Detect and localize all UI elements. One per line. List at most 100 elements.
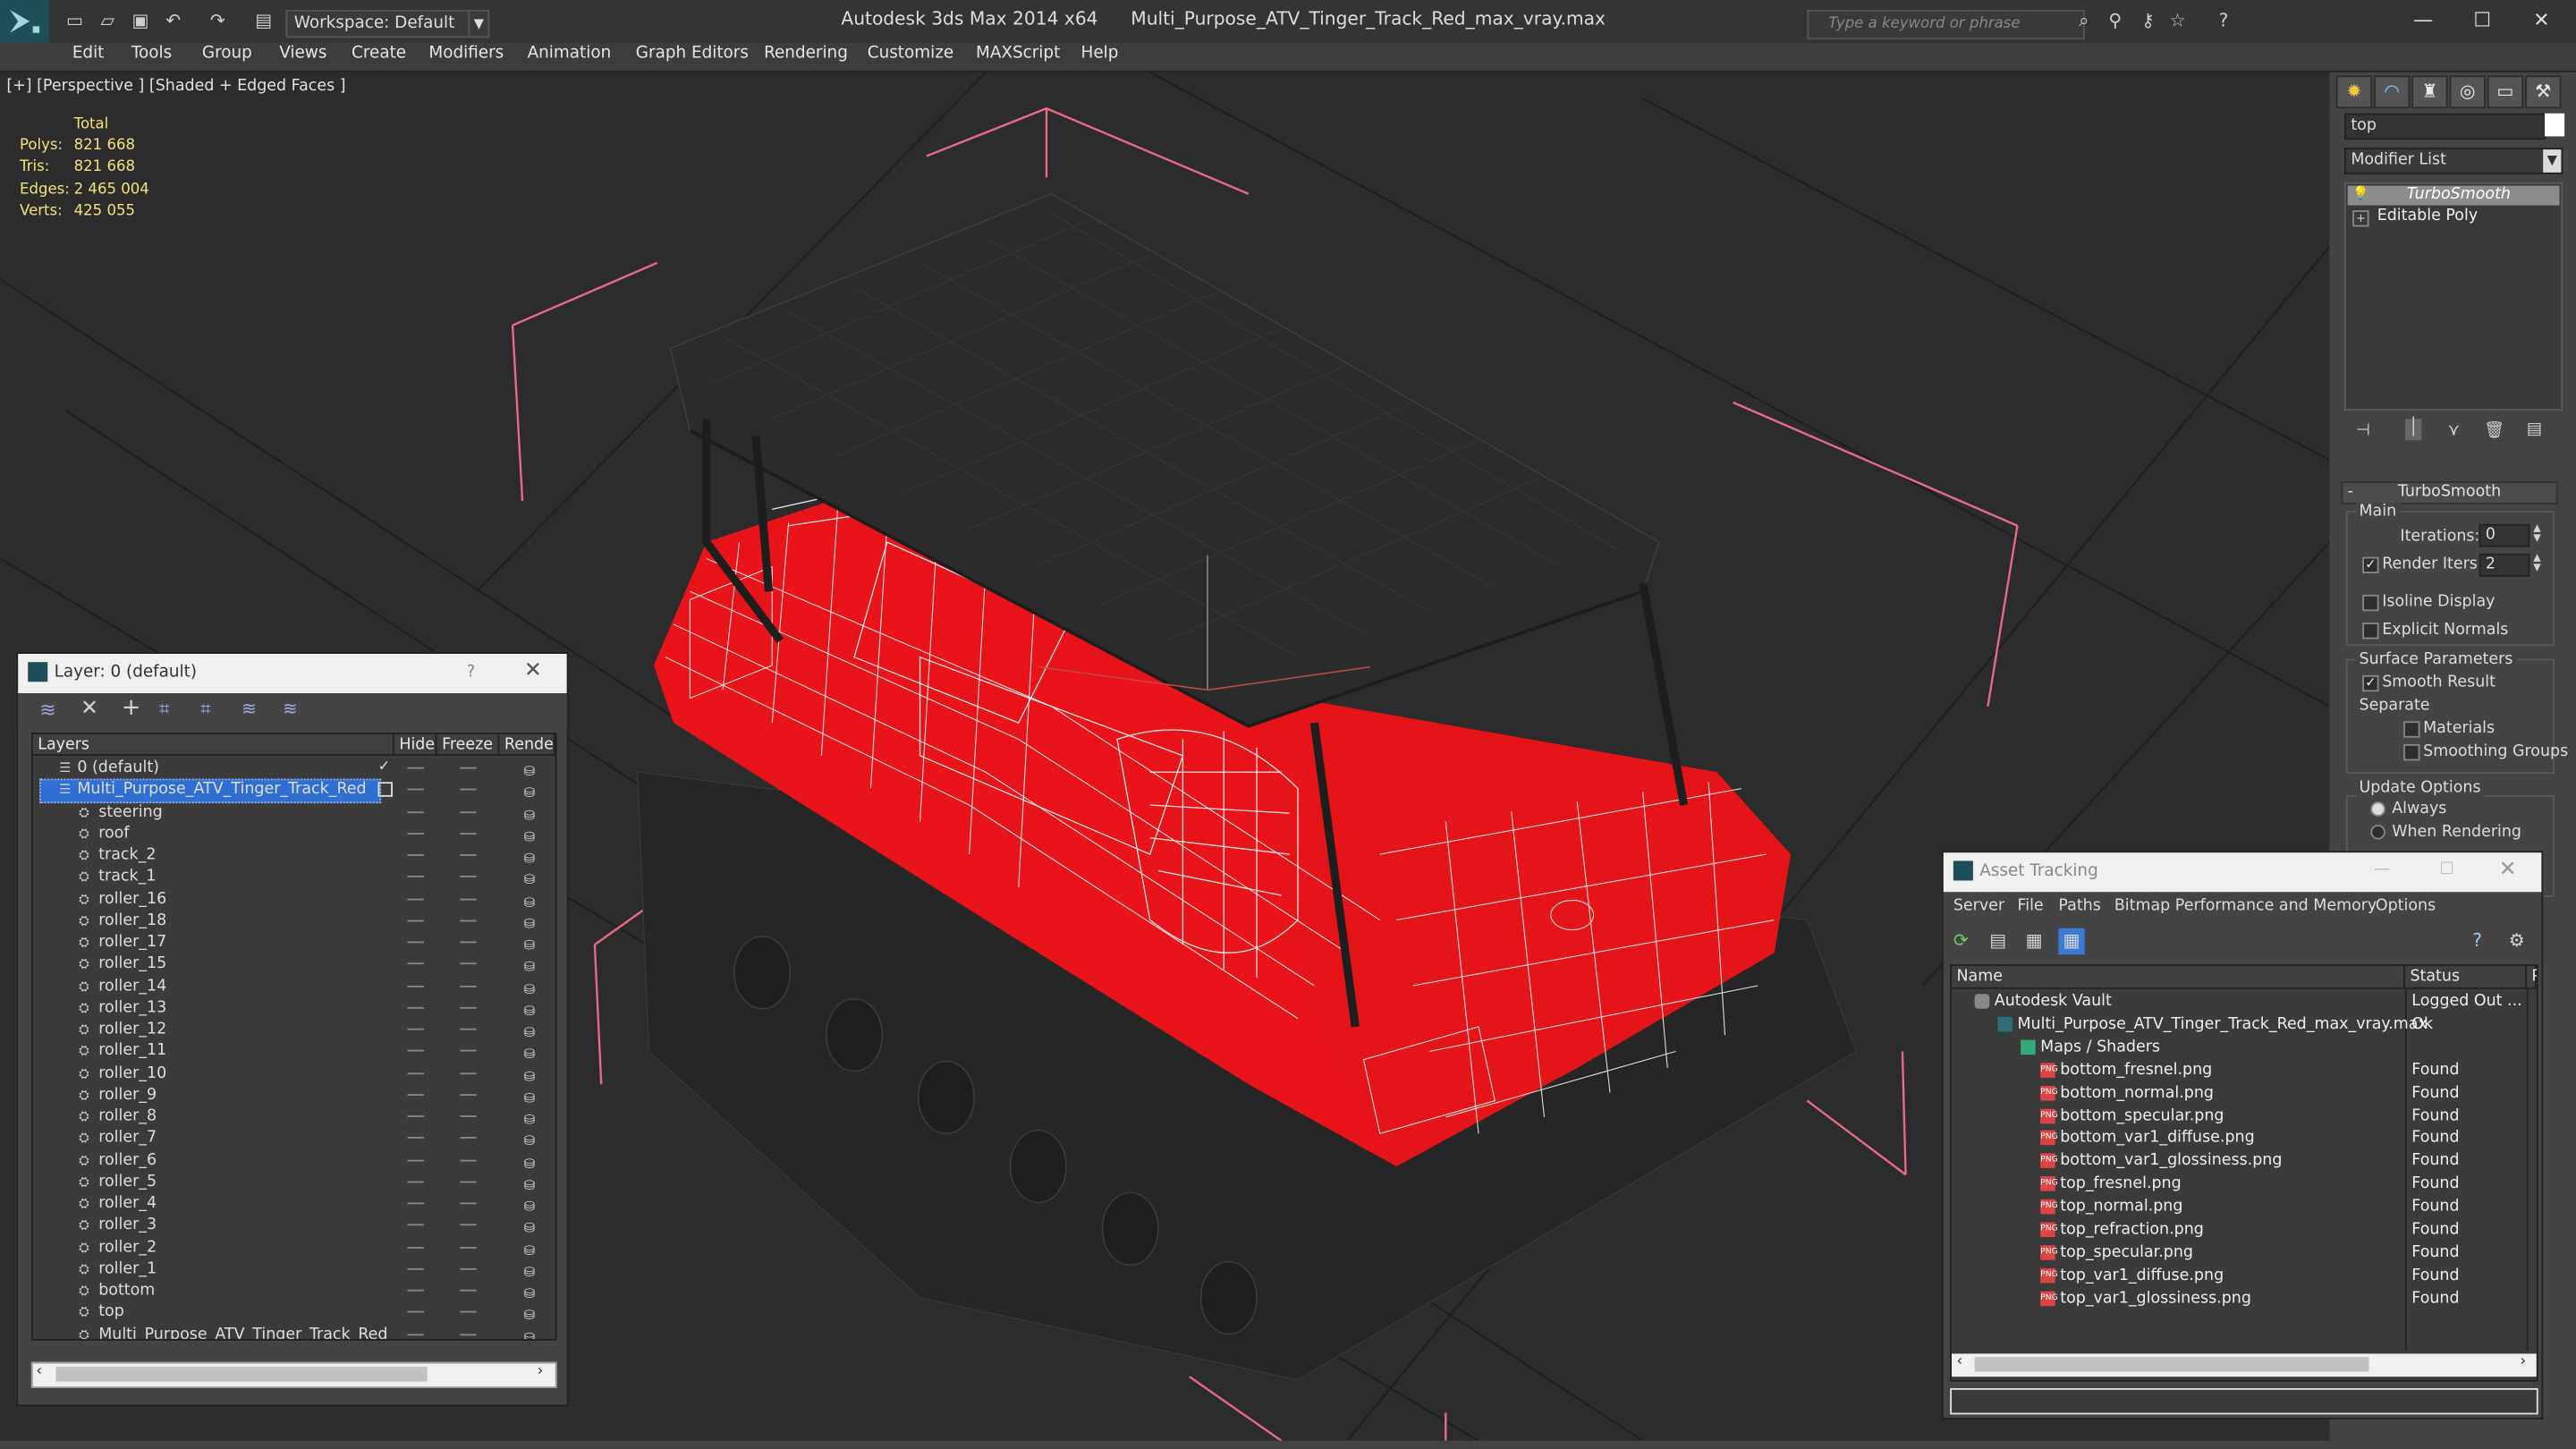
menu-animation[interactable]: Animation bbox=[528, 45, 612, 63]
modifier-list-dropdown[interactable]: Modifier List ▼ bbox=[2343, 148, 2563, 174]
layer-row[interactable]: ⛭ roller_8 ⛁ bbox=[33, 1106, 552, 1127]
asset-row[interactable]: PNG bottom_specular.png Found bbox=[1952, 1105, 2537, 1128]
save-file-icon[interactable]: ▣ bbox=[131, 12, 149, 30]
hide-column-header[interactable]: Hide bbox=[394, 734, 437, 756]
remove-modifier-icon[interactable]: 🗑 bbox=[2484, 422, 2504, 440]
thumbnail-view-icon[interactable]: ▦ bbox=[2026, 930, 2043, 952]
hide-toggle[interactable] bbox=[407, 1006, 424, 1009]
always-radio[interactable] bbox=[2370, 801, 2385, 817]
menu-modifiers[interactable]: Modifiers bbox=[428, 45, 504, 63]
layer-row[interactable]: ⛭ steering ⛁ bbox=[33, 801, 552, 822]
hide-toggle[interactable] bbox=[407, 1158, 424, 1161]
freeze-toggle[interactable] bbox=[460, 1246, 477, 1248]
menu-maxscript[interactable]: MAXScript bbox=[976, 45, 1060, 63]
freeze-toggle[interactable] bbox=[460, 1028, 477, 1030]
hide-toggle[interactable] bbox=[407, 1093, 424, 1096]
menu-create[interactable]: Create bbox=[352, 45, 406, 63]
layers-column-header[interactable]: Layers bbox=[32, 734, 394, 756]
asset-row[interactable]: PNG bottom_normal.png Found bbox=[1952, 1082, 2537, 1106]
app-logo-button[interactable] bbox=[0, 0, 50, 43]
when-rendering-radio[interactable] bbox=[2370, 825, 2385, 840]
name-column-header[interactable]: Name bbox=[1951, 965, 2405, 989]
freeze-toggle[interactable] bbox=[460, 919, 477, 921]
table-view-icon[interactable]: ▦ bbox=[2058, 928, 2085, 955]
menu-edit[interactable]: Edit bbox=[72, 45, 105, 63]
layer-row[interactable]: ⛭ roller_7 ⛁ bbox=[33, 1127, 552, 1148]
make-unique-icon[interactable]: ⋎ bbox=[2448, 422, 2460, 440]
render-iters-checkbox[interactable]: ✓ bbox=[2362, 556, 2379, 574]
asset-menu-paths[interactable]: Paths bbox=[2058, 897, 2100, 915]
freeze-toggle[interactable] bbox=[460, 789, 477, 791]
layer-row[interactable]: ⛭ roller_18 ⛁ bbox=[33, 910, 552, 931]
hierarchy-tab-icon[interactable]: ♜ bbox=[2411, 75, 2448, 109]
select-in-layer-icon[interactable]: ⌗ bbox=[159, 699, 169, 722]
materials-checkbox[interactable] bbox=[2403, 721, 2420, 738]
favorites-star-icon[interactable]: ☆ bbox=[2168, 12, 2186, 30]
hide-toggle[interactable] bbox=[407, 767, 424, 769]
asset-row[interactable]: PNG top_specular.png Found bbox=[1952, 1241, 2537, 1265]
path-column-header[interactable]: P bbox=[2526, 965, 2537, 989]
close-icon[interactable]: ✕ bbox=[2499, 852, 2517, 888]
freeze-toggle[interactable] bbox=[460, 1181, 477, 1182]
freeze-toggle[interactable] bbox=[460, 810, 477, 813]
asset-row[interactable]: PNG bottom_var1_glossiness.png Found bbox=[1952, 1150, 2537, 1174]
scroll-left-icon[interactable]: ‹ bbox=[1957, 1353, 1963, 1369]
hide-toggle[interactable] bbox=[407, 1224, 424, 1226]
close-icon[interactable]: ✕ bbox=[524, 654, 542, 690]
layer-horizontal-scrollbar[interactable]: ‹ › bbox=[30, 1361, 557, 1389]
freeze-toggle[interactable] bbox=[460, 1333, 477, 1335]
help-button[interactable]: ? bbox=[467, 656, 476, 691]
menu-group[interactable]: Group bbox=[202, 45, 252, 63]
scroll-right-icon[interactable]: › bbox=[538, 1363, 544, 1379]
hide-toggle[interactable] bbox=[407, 854, 424, 856]
create-tab-icon[interactable]: ✹ bbox=[2335, 75, 2373, 109]
modify-tab-icon[interactable]: ◠ bbox=[2374, 75, 2411, 109]
freeze-toggle[interactable] bbox=[460, 767, 477, 769]
asset-row[interactable]: Autodesk Vault Logged Out ... bbox=[1952, 991, 2537, 1014]
hide-toggle[interactable] bbox=[407, 1050, 424, 1052]
current-layer-check-icon[interactable]: ✓ bbox=[377, 758, 390, 779]
minimize-button[interactable]: — bbox=[2399, 5, 2448, 35]
hide-toggle[interactable] bbox=[407, 1311, 424, 1313]
layer-row[interactable]: ⛭ roller_16 ⛁ bbox=[33, 888, 552, 910]
asset-row[interactable]: PNG bottom_var1_diffuse.png Found bbox=[1952, 1128, 2537, 1151]
freeze-toggle[interactable] bbox=[460, 1311, 477, 1313]
freeze-column-header[interactable]: Freeze bbox=[436, 734, 500, 756]
asset-horizontal-scrollbar[interactable]: ‹ › bbox=[1951, 1353, 2537, 1377]
scroll-right-icon[interactable]: › bbox=[2520, 1353, 2526, 1369]
set-current-layer-box[interactable] bbox=[377, 782, 393, 798]
stack-item-turbosmooth[interactable]: 💡 TurboSmooth bbox=[2347, 185, 2560, 206]
render-iters-spinner-arrows[interactable]: ▲ ▼ bbox=[2533, 553, 2540, 573]
asset-menu-file[interactable]: File bbox=[2017, 897, 2043, 915]
hide-toggle[interactable] bbox=[407, 1115, 424, 1117]
hide-toggle[interactable] bbox=[407, 1072, 424, 1074]
isoline-display-checkbox[interactable] bbox=[2362, 594, 2379, 612]
menu-views[interactable]: Views bbox=[279, 45, 326, 63]
object-name-field[interactable]: top bbox=[2343, 113, 2546, 140]
hide-toggle[interactable] bbox=[407, 1246, 424, 1248]
hide-toggle[interactable] bbox=[407, 1267, 424, 1270]
asset-row[interactable]: PNG top_fresnel.png Found bbox=[1952, 1174, 2537, 1197]
motion-tab-icon[interactable]: ◎ bbox=[2449, 75, 2486, 109]
scroll-thumb[interactable] bbox=[55, 1367, 428, 1382]
layer-row[interactable]: ⛭ roller_2 ⛁ bbox=[33, 1236, 552, 1258]
asset-window-header[interactable]: Asset Tracking — ☐ ✕ bbox=[1943, 852, 2542, 893]
layer-row[interactable]: ☰ Multi_Purpose_ATV_Tinger_Track_Red ⛁ bbox=[33, 779, 552, 804]
freeze-toggle[interactable] bbox=[460, 876, 477, 878]
layer-row[interactable]: ⛭ roller_1 ⛁ bbox=[33, 1258, 552, 1279]
project-folder-icon[interactable]: ▤ bbox=[255, 12, 273, 30]
hide-toggle[interactable] bbox=[407, 1333, 424, 1335]
create-layer-icon[interactable]: ≋ bbox=[39, 699, 55, 722]
hide-toggle[interactable] bbox=[407, 941, 424, 944]
maximize-button[interactable]: ☐ bbox=[2458, 5, 2507, 35]
freeze-toggle[interactable] bbox=[460, 1137, 477, 1140]
configure-modifier-sets-icon[interactable]: ▤ bbox=[2527, 420, 2542, 438]
asset-menu-bitmap[interactable]: Bitmap Performance and Memory bbox=[2114, 897, 2377, 915]
freeze-all-layers-icon[interactable]: ≋ bbox=[283, 699, 298, 720]
freeze-toggle[interactable] bbox=[460, 985, 477, 987]
freeze-toggle[interactable] bbox=[460, 1289, 477, 1292]
layer-row[interactable]: ⛭ track_2 ⛁ bbox=[33, 844, 552, 866]
freeze-toggle[interactable] bbox=[460, 1050, 477, 1052]
explicit-normals-checkbox[interactable] bbox=[2362, 623, 2379, 640]
viewport-label[interactable]: [+] [Perspective ] [Shaded + Edged Faces… bbox=[6, 77, 345, 95]
